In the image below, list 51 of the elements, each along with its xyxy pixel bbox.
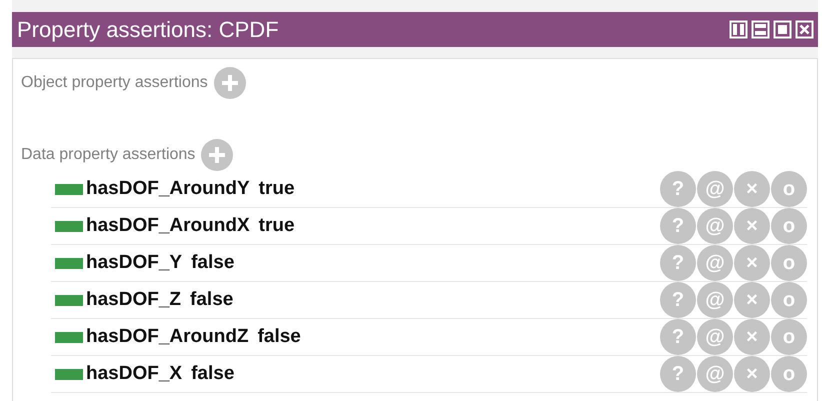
close-icon[interactable] xyxy=(795,20,814,39)
action-button[interactable]: × xyxy=(734,208,770,244)
property-name: hasDOF_Z xyxy=(86,289,182,311)
window-title: Property assertions: CPDF xyxy=(17,16,279,42)
section-label: Data property assertions xyxy=(21,146,196,164)
action-button[interactable]: @ xyxy=(697,282,733,318)
action-button[interactable]: ? xyxy=(660,319,696,355)
action-button[interactable]: ? xyxy=(660,208,696,244)
action-button[interactable]: × xyxy=(734,356,770,392)
property-name: hasDOF_Y xyxy=(86,252,182,274)
action-button[interactable]: ? xyxy=(660,356,696,392)
split-columns-icon[interactable] xyxy=(729,20,748,39)
action-button[interactable]: × xyxy=(734,245,770,281)
property-value: true xyxy=(258,178,295,200)
action-button[interactable]: ? xyxy=(660,171,696,207)
plus-icon xyxy=(220,74,239,92)
property-value: true xyxy=(258,215,295,237)
split-rows-icon[interactable] xyxy=(751,20,770,39)
property-name: hasDOF_AroundX xyxy=(86,215,250,237)
action-button[interactable]: @ xyxy=(697,208,733,244)
action-button[interactable]: ? xyxy=(660,245,696,281)
data-property-icon xyxy=(55,184,83,194)
property-value: false xyxy=(258,326,301,348)
property-name: hasDOF_AroundZ xyxy=(86,326,249,348)
action-button[interactable]: × xyxy=(734,282,770,318)
data-property-icon xyxy=(55,220,83,232)
action-button[interactable]: o xyxy=(771,208,807,244)
action-button[interactable]: @ xyxy=(697,245,733,281)
data-property-icon xyxy=(55,368,83,380)
action-button[interactable]: @ xyxy=(697,171,733,207)
action-button[interactable]: o xyxy=(771,356,807,392)
action-button[interactable]: ? xyxy=(660,282,696,318)
data-property-icon xyxy=(55,258,83,268)
action-button[interactable]: o xyxy=(771,245,807,281)
plus-icon xyxy=(208,146,226,164)
maximize-icon[interactable] xyxy=(773,20,792,39)
action-button[interactable]: o xyxy=(771,319,807,355)
action-button[interactable]: × xyxy=(734,171,770,207)
action-button[interactable]: o xyxy=(771,171,807,207)
property-name: hasDOF_AroundY xyxy=(86,178,250,200)
property-value: false xyxy=(191,252,234,274)
data-property-icon xyxy=(55,332,83,342)
action-button[interactable]: × xyxy=(734,319,770,355)
action-button[interactable]: @ xyxy=(697,356,733,392)
section-label: Object property assertions xyxy=(21,74,208,92)
action-button[interactable]: o xyxy=(771,282,807,318)
data-property-icon xyxy=(55,294,83,306)
property-name: hasDOF_X xyxy=(86,363,182,385)
property-value: false xyxy=(191,363,234,385)
action-button[interactable]: @ xyxy=(697,319,733,355)
property-value: false xyxy=(190,289,234,311)
